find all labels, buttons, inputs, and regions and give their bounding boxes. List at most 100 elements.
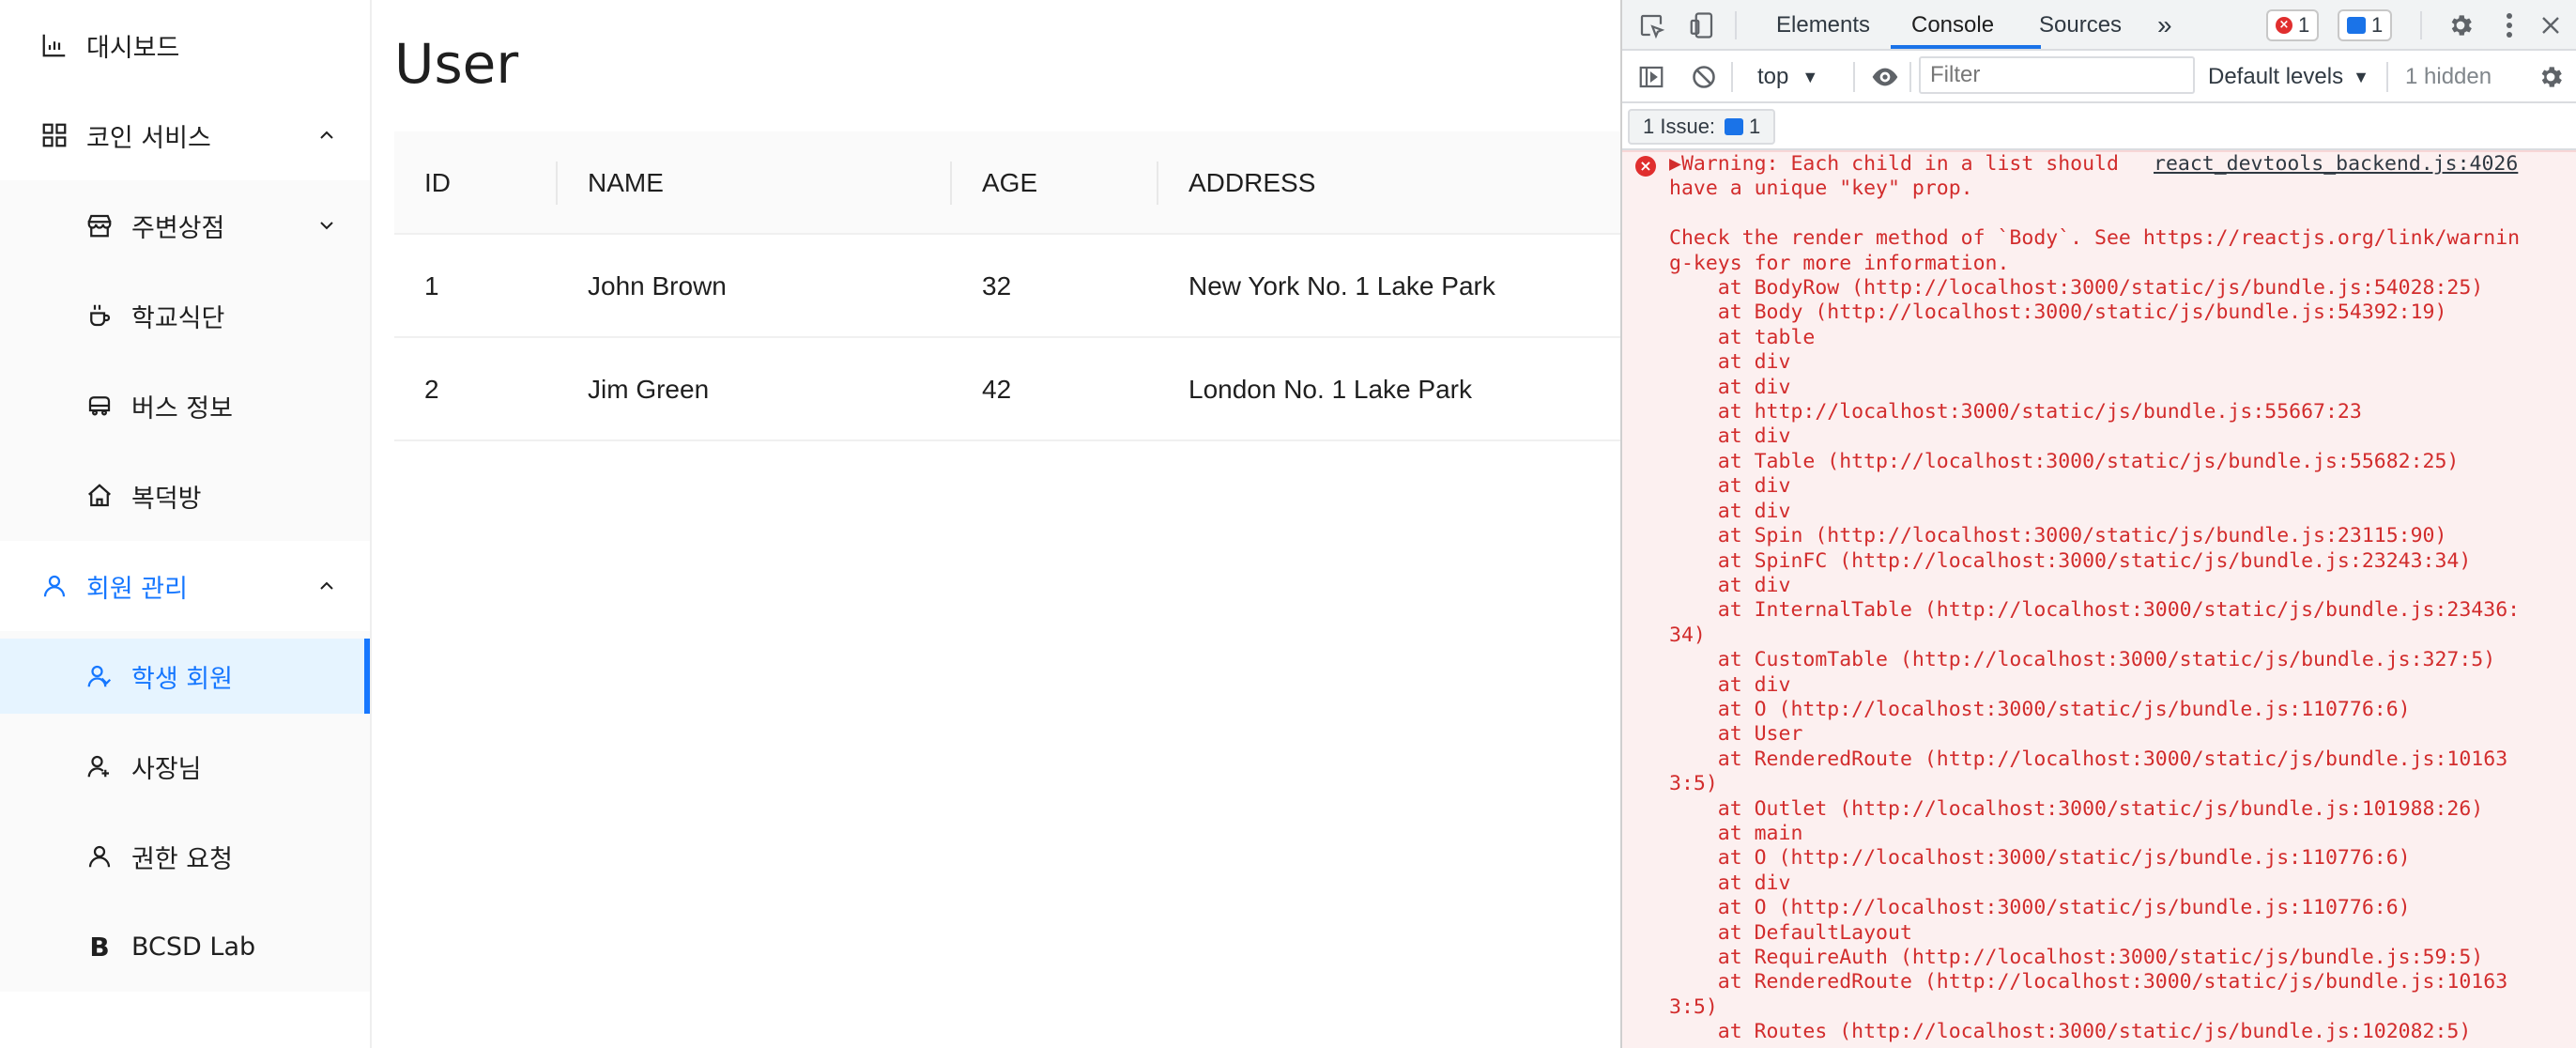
error-icon: ×: [1635, 156, 1656, 177]
devtools-panel: Elements Console Sources » × 1 1 top ▼ F…: [1620, 0, 2576, 1048]
sidebar: 대시보드 코인 서비스 주변상점 학교식단 버스 정보 복덕방 회원 관리 학생…: [0, 0, 372, 1048]
table-header: ID NAME AGE ADDRESS: [394, 131, 1622, 235]
clear-console-icon[interactable]: [1688, 61, 1720, 93]
sidebar-item-coin-service[interactable]: 코인 서비스: [0, 98, 370, 173]
column-header-name[interactable]: NAME: [588, 131, 664, 235]
message-count-badge[interactable]: 1: [2338, 9, 2393, 41]
b-letter-icon: B: [89, 931, 110, 963]
cell-name: Jim Green: [588, 375, 710, 404]
cell-address: London No. 1 Lake Park: [1188, 375, 1472, 404]
cell-id: 1: [424, 271, 439, 301]
chevron-down-icon: [320, 222, 333, 230]
toolbar-divider: [2420, 11, 2422, 39]
coffee-icon: [84, 301, 115, 331]
home-icon: [84, 481, 115, 511]
error-count: 1: [2298, 13, 2310, 37]
active-tab-indicator: [1891, 45, 2041, 49]
console-message-text[interactable]: ▶Warning: Each child in a list should ha…: [1669, 152, 2520, 1045]
column-header-address[interactable]: ADDRESS: [1188, 131, 1315, 235]
error-icon: ×: [2276, 17, 2292, 34]
dropdown-arrow-icon: ▼: [2353, 67, 2369, 86]
sidebar-item-label: BCSD Lab: [131, 932, 256, 962]
context-selector[interactable]: top ▼: [1757, 58, 1818, 96]
sidebar-toggle-icon[interactable]: [1635, 61, 1667, 93]
message-icon: [2347, 17, 2366, 34]
issues-button[interactable]: 1 Issue: 1: [1628, 109, 1776, 145]
source-file-link[interactable]: react_devtools_backend.js:4026: [2154, 152, 2518, 177]
sidebar-item-member-management[interactable]: 회원 관리: [0, 548, 370, 624]
table-row[interactable]: 2 Jim Green 42 London No. 1 Lake Park: [394, 338, 1622, 441]
tab-sources[interactable]: Sources: [2039, 0, 2122, 51]
message-count: 1: [2371, 13, 2384, 37]
sidebar-item-student-members[interactable]: 학생 회원: [0, 639, 370, 714]
page-title: User: [394, 32, 519, 96]
bus-icon: [84, 391, 115, 421]
more-options-icon[interactable]: [2495, 9, 2523, 41]
settings-gear-icon[interactable]: [2445, 9, 2476, 41]
sidebar-item-school-meal[interactable]: 학교식단: [0, 278, 370, 353]
bar-chart-icon: [39, 30, 69, 60]
live-expression-eye-icon[interactable]: [1868, 61, 1902, 93]
sidebar-item-label: 복덕방: [131, 484, 202, 514]
sidebar-item-label: 주변상점: [131, 213, 225, 243]
sidebar-item-label: 대시보드: [86, 33, 180, 63]
log-levels-label: Default levels: [2208, 64, 2344, 89]
cell-age: 42: [982, 375, 1012, 404]
more-tabs-button[interactable]: »: [2157, 0, 2172, 51]
shop-icon: [84, 210, 115, 240]
sidebar-item-nearby-shops[interactable]: 주변상점: [0, 188, 370, 263]
toolbar-divider: [1853, 62, 1855, 92]
hidden-count: 1 hidden: [2405, 64, 2492, 89]
sidebar-item-label: 학교식단: [131, 303, 225, 333]
student-icon: [84, 661, 115, 691]
devtools-toolbar: Elements Console Sources » × 1 1: [1622, 0, 2576, 51]
context-label: top: [1757, 64, 1789, 89]
inspect-element-icon[interactable]: [1635, 9, 1667, 41]
issues-bar: 1 Issue: 1: [1622, 103, 2576, 150]
table-row[interactable]: 1 John Brown 32 New York No. 1 Lake Park: [394, 235, 1622, 338]
tab-elements[interactable]: Elements: [1776, 0, 1870, 51]
sidebar-item-label: 버스 정보: [131, 393, 233, 424]
user-icon: [39, 571, 69, 601]
cell-address: New York No. 1 Lake Park: [1188, 271, 1495, 301]
sidebar-item-dashboard[interactable]: 대시보드: [0, 8, 370, 83]
console-filter-input[interactable]: [1919, 56, 2195, 94]
sidebar-item-real-estate[interactable]: 복덕방: [0, 458, 370, 533]
tab-console[interactable]: Console: [1911, 0, 1994, 51]
toolbar-divider: [1731, 62, 1733, 92]
sidebar-item-label: 학생 회원: [131, 664, 233, 694]
error-count-badge[interactable]: × 1: [2266, 9, 2320, 41]
dropdown-arrow-icon: ▼: [1802, 67, 1819, 86]
chevron-up-icon: [320, 581, 333, 590]
chevron-up-icon: [320, 131, 333, 139]
cell-name: John Brown: [588, 271, 727, 301]
grid-icon: [39, 120, 69, 150]
issues-count: 1: [1749, 115, 1761, 138]
sidebar-item-label: 권한 요청: [131, 844, 233, 874]
device-toolbar-icon[interactable]: [1686, 9, 1718, 41]
issues-label: 1 Issue:: [1643, 115, 1716, 138]
sidebar-item-bus-info[interactable]: 버스 정보: [0, 368, 370, 443]
sidebar-item-owner[interactable]: 사장님: [0, 729, 370, 804]
console-filter-bar: top ▼ Default levels ▼ 1 hidden: [1622, 51, 2576, 103]
column-header-id[interactable]: ID: [424, 131, 451, 235]
sidebar-item-label: 사장님: [131, 754, 202, 784]
column-divider: [1157, 162, 1158, 205]
user-table: ID NAME AGE ADDRESS 1 John Brown 32 New …: [394, 131, 1622, 441]
close-icon[interactable]: [2535, 9, 2567, 41]
toolbar-divider: [1909, 62, 1911, 92]
sidebar-item-permission-request[interactable]: 권한 요청: [0, 819, 370, 894]
console-settings-gear-icon[interactable]: [2535, 61, 2567, 93]
user-icon: [84, 841, 115, 871]
sidebar-item-label: 회원 관리: [86, 574, 188, 604]
column-header-age[interactable]: AGE: [982, 131, 1037, 235]
owner-icon: [84, 751, 115, 781]
sidebar-item-bcsd-lab[interactable]: B BCSD Lab: [0, 909, 370, 984]
cell-age: 32: [982, 271, 1012, 301]
issue-message-icon: [1725, 118, 1744, 135]
console-warning-message: × ▶Warning: Each child in a list should …: [1622, 150, 2576, 1048]
toolbar-divider: [1735, 11, 1737, 39]
log-levels-dropdown[interactable]: Default levels ▼: [2208, 58, 2369, 96]
column-divider: [556, 162, 558, 205]
cell-id: 2: [424, 375, 439, 404]
